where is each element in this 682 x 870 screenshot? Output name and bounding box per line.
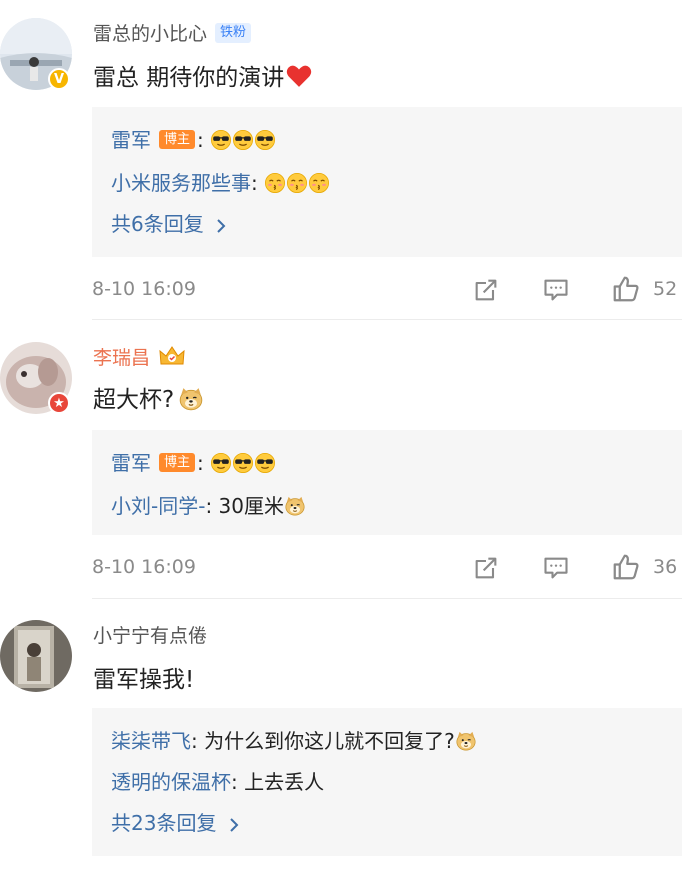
chevron-right-icon	[217, 218, 226, 233]
repost-icon[interactable]	[472, 554, 500, 582]
comment-icon[interactable]	[542, 276, 570, 304]
reply-username[interactable]: 雷军	[111, 451, 151, 475]
blogger-badge: 博主	[159, 130, 196, 149]
reply-username[interactable]: 小米服务那些事	[111, 171, 251, 195]
more-replies-link[interactable]: 共23条回复	[111, 810, 241, 836]
doge-emoji	[179, 387, 203, 410]
reply-box[interactable]: 雷军 博主: 小刘-同学-: 30厘米	[92, 430, 682, 535]
comment-item: 小宁宁有点倦 雷军操我! 柒柒带飞: 为什么到你这儿就不回复了? 透明的保温杯:…	[0, 600, 682, 870]
reply-item: 透明的保温杯: 上去丢人	[111, 770, 325, 794]
comment-text: 雷军操我!	[93, 667, 195, 693]
comment-time: 8-10 16:09	[92, 556, 196, 578]
like-count: 52	[653, 278, 678, 300]
thumbs-up-icon[interactable]	[611, 552, 641, 582]
comment-username[interactable]: 雷总的小比心 铁粉	[93, 22, 252, 46]
sunglasses-emoji	[210, 451, 276, 475]
reply-item: 柒柒带飞: 为什么到你这儿就不回复了?	[111, 728, 477, 754]
reply-username[interactable]: 柒柒带飞	[111, 729, 191, 753]
avatar[interactable]	[0, 620, 72, 692]
red-heart-emoji	[287, 65, 312, 87]
vip-star-icon: ★	[48, 392, 70, 414]
thumbs-up-icon[interactable]	[611, 274, 641, 304]
reply-item: 小米服务那些事:	[111, 170, 330, 196]
fan-tag: 铁粉	[215, 22, 252, 43]
reply-item: 雷军 博主:	[111, 127, 276, 153]
sunglasses-emoji	[210, 128, 276, 152]
kiss-emoji	[264, 171, 330, 195]
reply-item: 雷军 博主:	[111, 450, 276, 476]
reply-username[interactable]: 透明的保温杯	[111, 770, 231, 794]
verified-v-icon: V	[48, 68, 70, 90]
comment-icon[interactable]	[542, 554, 570, 582]
crown-icon	[159, 345, 185, 364]
reply-username[interactable]: 雷军	[111, 128, 151, 152]
reply-item: 小刘-同学-: 30厘米	[111, 493, 306, 519]
chevron-right-icon	[230, 817, 239, 832]
doge-emoji	[456, 730, 476, 751]
comment-item: ★ 李瑞昌 超大杯? 雷军 博主: 小刘-同学-: 30厘米 8-10 16:09…	[0, 320, 682, 600]
blogger-badge: 博主	[159, 453, 196, 472]
reply-box[interactable]: 柒柒带飞: 为什么到你这儿就不回复了? 透明的保温杯: 上去丢人 共23条回复	[92, 708, 682, 856]
reply-username[interactable]: 小刘-同学-	[111, 494, 205, 518]
comment-item: V 雷总的小比心 铁粉 雷总 期待你的演讲 雷军 博主: 小米服务那些事: 共6条回…	[0, 0, 682, 320]
like-count: 36	[653, 556, 678, 578]
repost-icon[interactable]	[472, 276, 500, 304]
doge-emoji	[285, 495, 305, 516]
comment-username[interactable]: 小宁宁有点倦	[93, 624, 207, 648]
comment-username[interactable]: 李瑞昌	[93, 345, 186, 371]
reply-box[interactable]: 雷军 博主: 小米服务那些事: 共6条回复	[92, 107, 682, 257]
comment-text: 雷总 期待你的演讲	[93, 63, 312, 93]
comment-time: 8-10 16:09	[92, 278, 196, 300]
comment-text: 超大杯?	[93, 385, 204, 415]
divider	[92, 598, 682, 599]
more-replies-link[interactable]: 共6条回复	[111, 211, 228, 237]
